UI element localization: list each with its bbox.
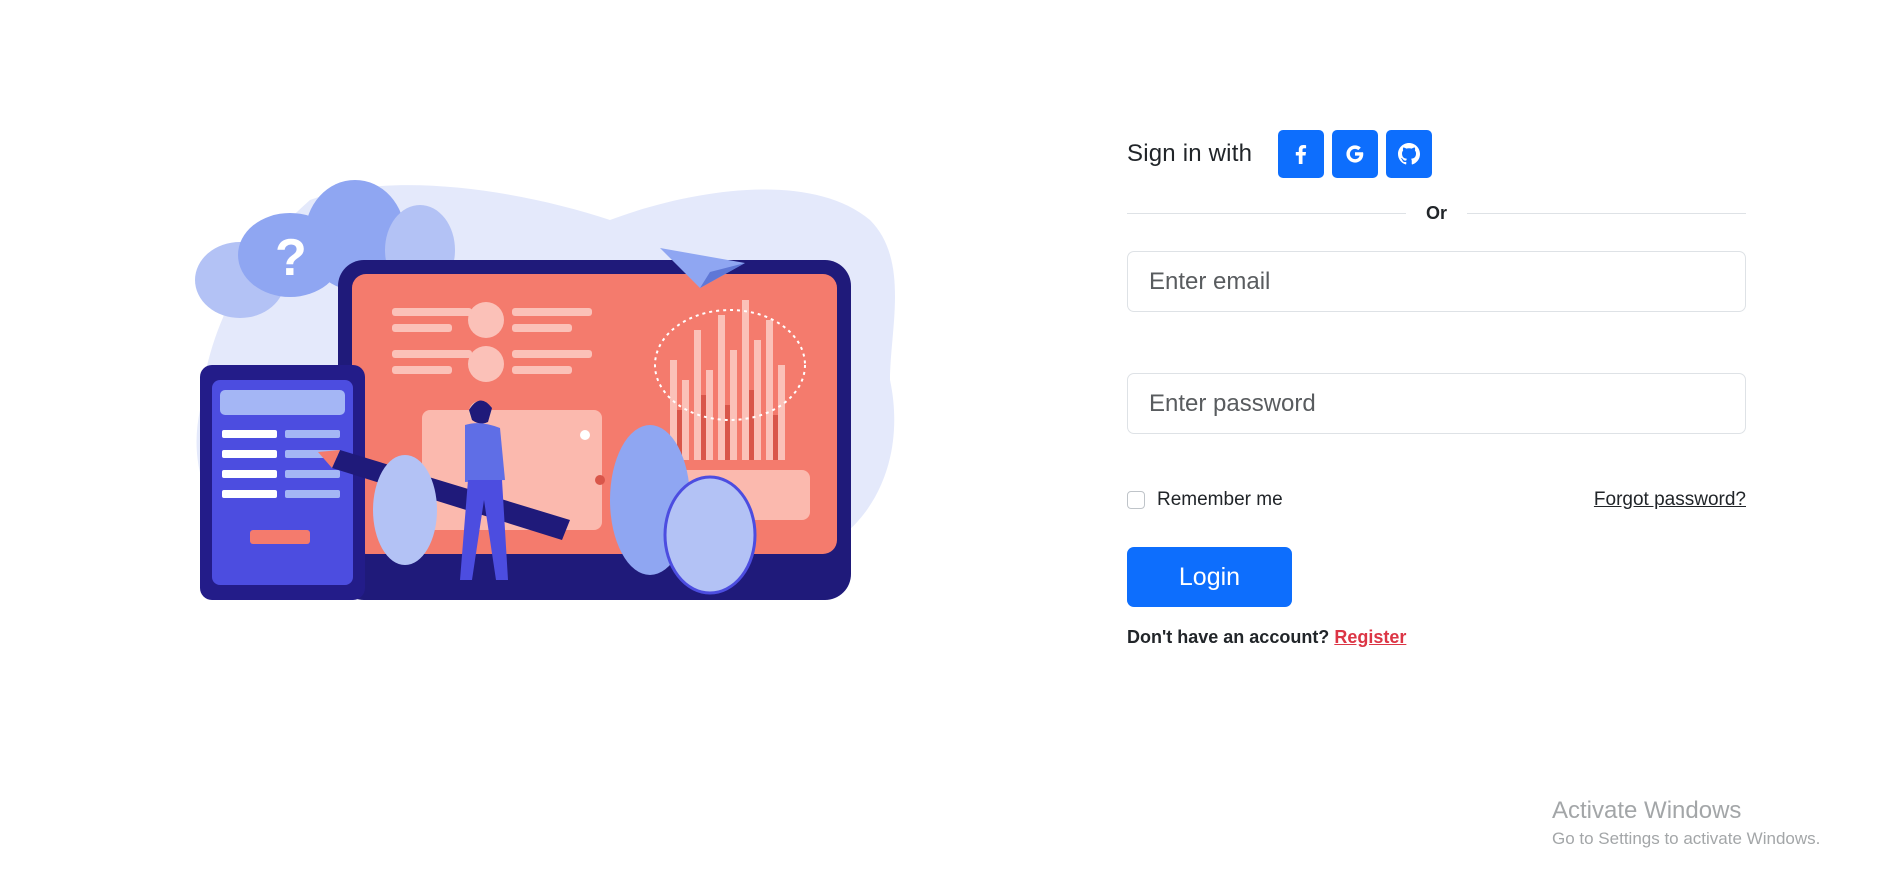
node-dot-3 — [595, 475, 605, 485]
phone-button — [250, 530, 310, 544]
forgot-password-link[interactable]: Forgot password? — [1594, 489, 1746, 511]
login-button[interactable]: Login — [1127, 547, 1292, 607]
leaf-bottom-left — [373, 455, 437, 565]
google-icon — [1346, 145, 1364, 163]
register-row: Don't have an account? Register — [1127, 627, 1746, 648]
register-prompt: Don't have an account? — [1127, 627, 1330, 647]
watermark-subtitle: Go to Settings to activate Windows. — [1552, 829, 1821, 848]
divider-line-left — [1127, 212, 1406, 214]
login-page: ? Sign in with Or Enter email Remember m… — [0, 0, 1887, 875]
leaf-bottom-right-2 — [663, 475, 757, 595]
question-mark: ? — [275, 229, 307, 287]
or-divider: Or — [1127, 202, 1747, 223]
or-text: Or — [1426, 202, 1448, 223]
facebook-login-button[interactable] — [1278, 130, 1325, 178]
email-field[interactable] — [1127, 251, 1746, 312]
social-login-row: Sign in with — [1127, 130, 1746, 178]
github-login-button[interactable] — [1386, 130, 1433, 178]
watermark-title: Activate Windows — [1552, 797, 1742, 824]
person-body — [465, 423, 505, 482]
login-illustration: ? — [195, 180, 895, 600]
github-icon — [1398, 143, 1421, 165]
activate-windows-watermark: Activate Windows Go to Settings to activ… — [1552, 796, 1820, 850]
divider-line-right — [1467, 212, 1747, 214]
login-form: Sign in with Or Enter email Remember me … — [1127, 130, 1747, 648]
node-dot-2 — [580, 430, 590, 440]
password-field[interactable] — [1127, 373, 1746, 434]
register-link[interactable]: Register — [1334, 627, 1406, 647]
remember-me-checkbox[interactable] — [1127, 491, 1145, 509]
facebook-icon — [1295, 145, 1307, 164]
remember-me-label: Remember me — [1157, 489, 1283, 510]
google-login-button[interactable] — [1332, 130, 1379, 178]
sign-in-with-label: Sign in with — [1127, 140, 1253, 167]
phone-header — [220, 390, 345, 415]
form-options-row: Remember me Forgot password? — [1127, 488, 1746, 512]
remember-me: Remember me — [1127, 489, 1283, 511]
